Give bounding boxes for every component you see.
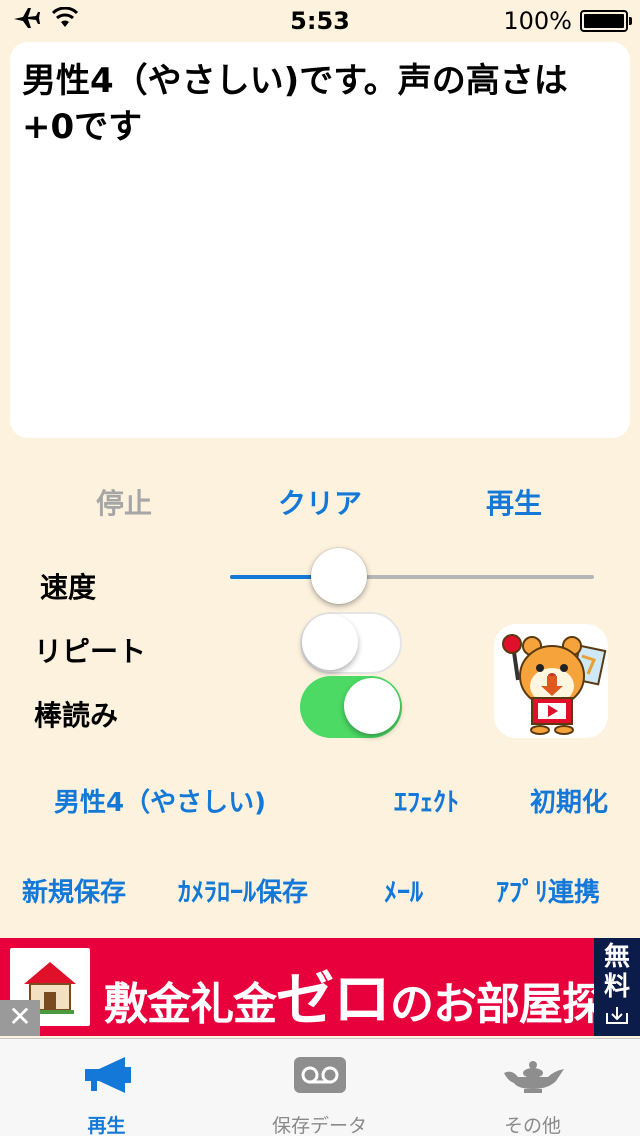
new-save-button[interactable]: 新規保存 (22, 872, 126, 909)
speed-slider[interactable] (230, 575, 594, 579)
download-icon (606, 1007, 628, 1024)
camera-roll-save-button[interactable]: ｶﾒﾗﾛｰﾙ保存 (178, 872, 308, 909)
status-right: 100% (503, 7, 632, 35)
effect-button[interactable]: ｴﾌｪｸﾄ (394, 782, 459, 819)
ad-close-button[interactable]: ✕ (0, 1000, 40, 1036)
reset-button[interactable]: 初期化 (530, 782, 608, 819)
monotone-toggle-knob (344, 678, 400, 734)
tab-play-label: 再生 (87, 1115, 126, 1136)
ad-free-label: 無料 (603, 942, 630, 1002)
clear-button[interactable]: クリア (220, 482, 420, 522)
battery-percent: 100% (503, 7, 572, 35)
speed-slider-thumb[interactable] (311, 548, 368, 604)
ad-banner[interactable]: 敷金礼金ゼロのお部屋探し 無料 (0, 938, 640, 1036)
ad-text-pre: 敷金礼金 (104, 979, 277, 1030)
tab-bar: 再生 保存データ その他 (0, 1038, 640, 1136)
tab-other[interactable]: その他 (426, 1039, 639, 1136)
stop-button[interactable]: 停止 (24, 482, 224, 522)
genie-lamp-icon (426, 1055, 639, 1095)
repeat-toggle[interactable] (300, 612, 402, 674)
speech-text-area[interactable]: 男性4（やさしい)です。声の高さは+0です (10, 42, 630, 438)
speed-label: 速度 (40, 571, 97, 604)
app-link-button[interactable]: ｱﾌﾟﾘ連携 (496, 872, 600, 909)
tab-saved-data-label: 保存データ (271, 1115, 367, 1136)
tab-other-label: その他 (503, 1115, 561, 1136)
hamster-app-icon[interactable] (494, 624, 608, 738)
ad-text-big: ゼロ (276, 965, 391, 1033)
ad-free-badge: 無料 (594, 938, 640, 1036)
ad-headline: 敷金礼金ゼロのお部屋探し (104, 952, 640, 1036)
status-bar: 5:53 100% (0, 0, 640, 40)
mail-button[interactable]: ﾒｰﾙ (384, 872, 423, 909)
play-button[interactable]: 再生 (414, 482, 614, 522)
voicemail-icon (213, 1055, 426, 1095)
repeat-label: リピート (34, 635, 147, 668)
megaphone-icon (0, 1055, 213, 1095)
monotone-toggle[interactable] (300, 676, 402, 738)
monotone-label: 棒読み (34, 699, 119, 732)
voice-select-button[interactable]: 男性4（やさしい) (54, 782, 266, 819)
repeat-toggle-knob (302, 614, 358, 670)
tab-saved-data[interactable]: 保存データ (213, 1039, 426, 1136)
tab-play[interactable]: 再生 (0, 1039, 213, 1136)
battery-icon (580, 10, 632, 32)
